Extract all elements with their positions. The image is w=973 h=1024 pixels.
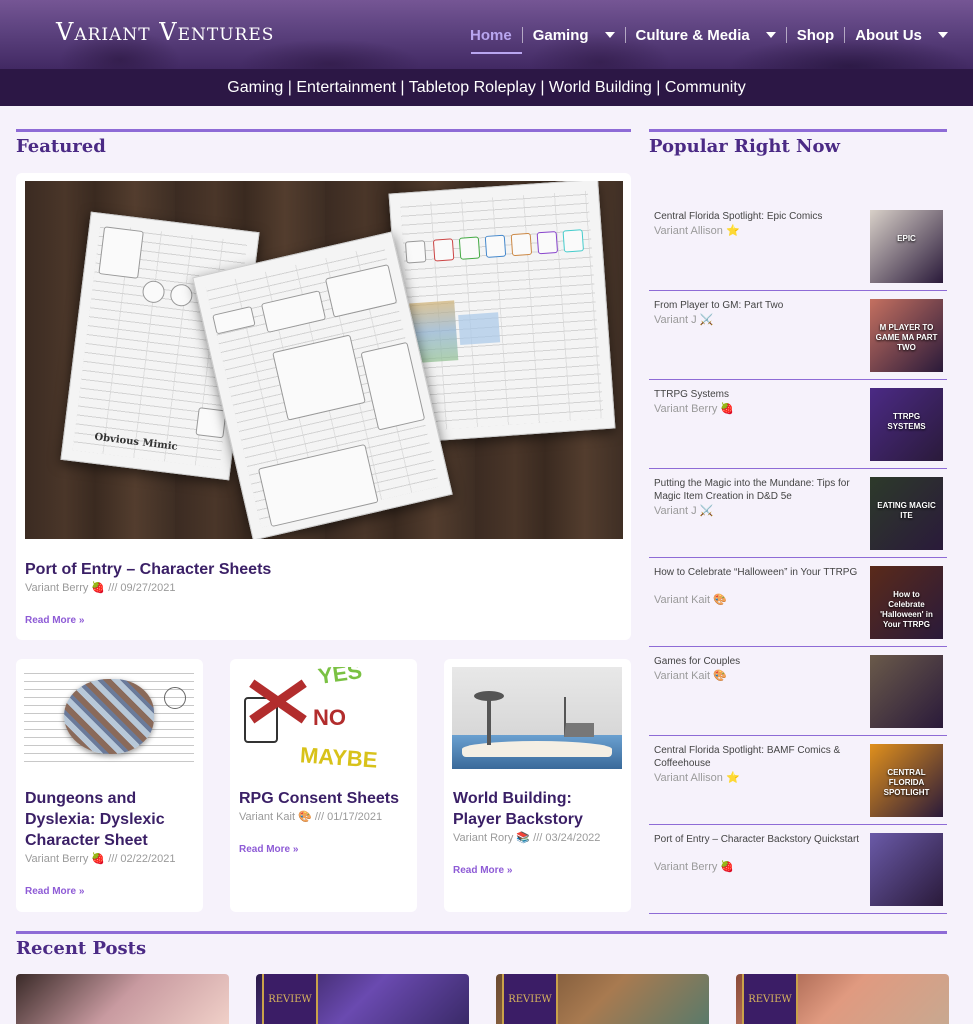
post-author[interactable]: Variant Berry 🍓 bbox=[25, 582, 105, 594]
post-author[interactable]: Variant Kait 🎨 bbox=[239, 811, 312, 823]
post-date: /// 03/24/2022 bbox=[533, 832, 601, 844]
world-building-image[interactable] bbox=[452, 667, 622, 769]
popular-item-thumbnail[interactable]: How to Celebrate 'Halloween' in Your TTR… bbox=[870, 566, 943, 639]
card-title[interactable]: World Building: Player Backstory bbox=[453, 788, 623, 830]
thumbnail-caption: M PLAYER TO GAME MA PART TWO bbox=[875, 323, 938, 352]
popular-item[interactable]: Games for Couples Variant Kait 🎨 bbox=[649, 647, 947, 736]
read-more-link[interactable]: Read More » bbox=[25, 886, 84, 897]
thumbnail-caption: How to Celebrate 'Halloween' in Your TTR… bbox=[880, 590, 933, 629]
card-meta: Variant Berry 🍓 /// 02/22/2021 bbox=[25, 852, 175, 865]
consent-sheet-image[interactable]: YES NO MAYBE bbox=[238, 667, 408, 769]
popular-item-thumbnail[interactable] bbox=[870, 833, 943, 906]
recent-post-thumbnail[interactable]: REVIEW bbox=[256, 974, 469, 1024]
review-ribbon: REVIEW bbox=[262, 974, 318, 1024]
popular-item[interactable]: Port of Entry – Character Backstory Quic… bbox=[649, 825, 947, 914]
recent-heading: Recent Posts bbox=[16, 931, 947, 959]
popular-item-thumbnail[interactable]: M PLAYER TO GAME MA PART TWO bbox=[870, 299, 943, 372]
featured-card[interactable]: World Building: Player Backstory Variant… bbox=[444, 659, 631, 912]
featured-main-card[interactable]: Obvious Mimic Port of Entry – Character … bbox=[16, 173, 631, 640]
popular-item-title[interactable]: Games for Couples bbox=[654, 655, 864, 668]
popular-item[interactable]: TTRPG Systems Variant Berry 🍓 TTRPG SYSTEM… bbox=[649, 380, 947, 469]
popular-item[interactable]: How to Celebrate “Halloween” in Your TTR… bbox=[649, 558, 947, 647]
post-date: /// 02/22/2021 bbox=[108, 853, 176, 865]
post-author[interactable]: Variant Berry 🍓 bbox=[654, 860, 734, 873]
read-more-link[interactable]: Read More » bbox=[453, 865, 512, 876]
nav-about-us[interactable]: About Us bbox=[845, 24, 958, 46]
thumbnail-caption: CENTRAL FLORIDA SPOTLIGHT bbox=[883, 768, 930, 797]
read-more-link[interactable]: Read More » bbox=[239, 844, 298, 855]
popular-item-title[interactable]: Central Florida Spotlight: BAMF Comics &… bbox=[654, 744, 864, 770]
site-header: Variant Ventures Home Gaming Culture & M… bbox=[0, 0, 973, 69]
post-date: /// 09/27/2021 bbox=[108, 582, 176, 594]
popular-heading: Popular Right Now bbox=[649, 129, 947, 157]
post-author[interactable]: Variant Berry 🍓 bbox=[25, 853, 105, 865]
post-author[interactable]: Variant Berry 🍓 bbox=[654, 402, 734, 415]
featured-card[interactable]: YES NO MAYBE RPG Consent Sheets Variant … bbox=[230, 659, 417, 912]
nav-home[interactable]: Home bbox=[460, 24, 522, 54]
post-author[interactable]: Variant Kait 🎨 bbox=[654, 669, 727, 682]
popular-item-title[interactable]: From Player to GM: Part Two bbox=[654, 299, 864, 312]
dyslexic-sheet-image[interactable] bbox=[24, 667, 194, 769]
post-author[interactable]: Variant J ⚔️ bbox=[654, 313, 713, 326]
no-label: NO bbox=[313, 705, 346, 730]
featured-image[interactable]: Obvious Mimic bbox=[25, 181, 623, 539]
popular-item-title[interactable]: Putting the Magic into the Mundane: Tips… bbox=[654, 477, 864, 503]
chevron-down-icon[interactable] bbox=[604, 32, 615, 38]
card-meta: Variant Kait 🎨 /// 01/17/2021 bbox=[239, 810, 382, 823]
thumbnail-caption: EPIC bbox=[897, 234, 916, 243]
post-author[interactable]: Variant J ⚔️ bbox=[654, 504, 713, 517]
popular-item[interactable]: Central Florida Spotlight: Epic Comics Va… bbox=[649, 202, 947, 291]
post-author[interactable]: Variant Allison ⭐ bbox=[654, 224, 740, 237]
popular-item[interactable]: Putting the Magic into the Mundane: Tips… bbox=[649, 469, 947, 558]
thumbnail-caption: EATING MAGIC ITE bbox=[877, 501, 936, 520]
maybe-label: MAYBE bbox=[299, 742, 379, 769]
post-author[interactable]: Variant Allison ⭐ bbox=[654, 771, 740, 784]
yes-label: YES bbox=[316, 667, 364, 689]
popular-item-title[interactable]: TTRPG Systems bbox=[654, 388, 864, 401]
review-ribbon: REVIEW bbox=[502, 974, 558, 1024]
site-logo[interactable]: Variant Ventures bbox=[56, 18, 274, 46]
read-more-link[interactable]: Read More » bbox=[25, 615, 84, 626]
popular-item-thumbnail[interactable]: CENTRAL FLORIDA SPOTLIGHT bbox=[870, 744, 943, 817]
main-nav: Home Gaming Culture & Media Shop About U… bbox=[460, 24, 958, 54]
popular-item-title[interactable]: How to Celebrate “Halloween” in Your TTR… bbox=[654, 566, 864, 579]
thumbnail-caption: TTRPG SYSTEMS bbox=[887, 412, 926, 431]
nav-culture-media[interactable]: Culture & Media bbox=[626, 24, 786, 46]
post-author[interactable]: Variant Rory 📚 bbox=[453, 832, 530, 844]
nav-shop[interactable]: Shop bbox=[787, 24, 845, 46]
popular-item-title[interactable]: Port of Entry – Character Backstory Quic… bbox=[654, 833, 864, 846]
featured-card[interactable]: Dungeons and Dyslexia: Dyslexic Characte… bbox=[16, 659, 203, 912]
review-ribbon: REVIEW bbox=[742, 974, 798, 1024]
category-tagline: Gaming | Entertainment | Tabletop Rolepl… bbox=[0, 69, 973, 106]
popular-item[interactable]: From Player to GM: Part Two Variant J ⚔️ M… bbox=[649, 291, 947, 380]
card-title[interactable]: RPG Consent Sheets bbox=[239, 788, 409, 809]
popular-item-thumbnail[interactable]: EATING MAGIC ITE bbox=[870, 477, 943, 550]
nav-gaming[interactable]: Gaming bbox=[523, 24, 625, 46]
popular-item[interactable]: Central Florida Spotlight: BAMF Comics &… bbox=[649, 736, 947, 825]
popular-item-thumbnail[interactable]: EPIC bbox=[870, 210, 943, 283]
popular-item-thumbnail[interactable]: TTRPG SYSTEMS bbox=[870, 388, 943, 461]
popular-item-title[interactable]: Central Florida Spotlight: Epic Comics bbox=[654, 210, 864, 223]
chevron-down-icon[interactable] bbox=[937, 32, 948, 38]
featured-main-title[interactable]: Port of Entry – Character Sheets bbox=[25, 559, 271, 580]
recent-post-thumbnail[interactable] bbox=[16, 974, 229, 1024]
featured-heading: Featured bbox=[16, 129, 631, 157]
post-author[interactable]: Variant Kait 🎨 bbox=[654, 593, 727, 606]
chevron-down-icon[interactable] bbox=[765, 32, 776, 38]
popular-item-thumbnail[interactable] bbox=[870, 655, 943, 728]
recent-post-thumbnail[interactable]: REVIEW bbox=[736, 974, 949, 1024]
recent-post-thumbnail[interactable]: REVIEW bbox=[496, 974, 709, 1024]
post-date: /// 01/17/2021 bbox=[314, 811, 383, 823]
card-title[interactable]: Dungeons and Dyslexia: Dyslexic Characte… bbox=[25, 788, 195, 851]
card-meta: Variant Rory 📚 /// 03/24/2022 bbox=[453, 831, 600, 844]
featured-main-meta: Variant Berry 🍓 /// 09/27/2021 bbox=[25, 581, 175, 594]
